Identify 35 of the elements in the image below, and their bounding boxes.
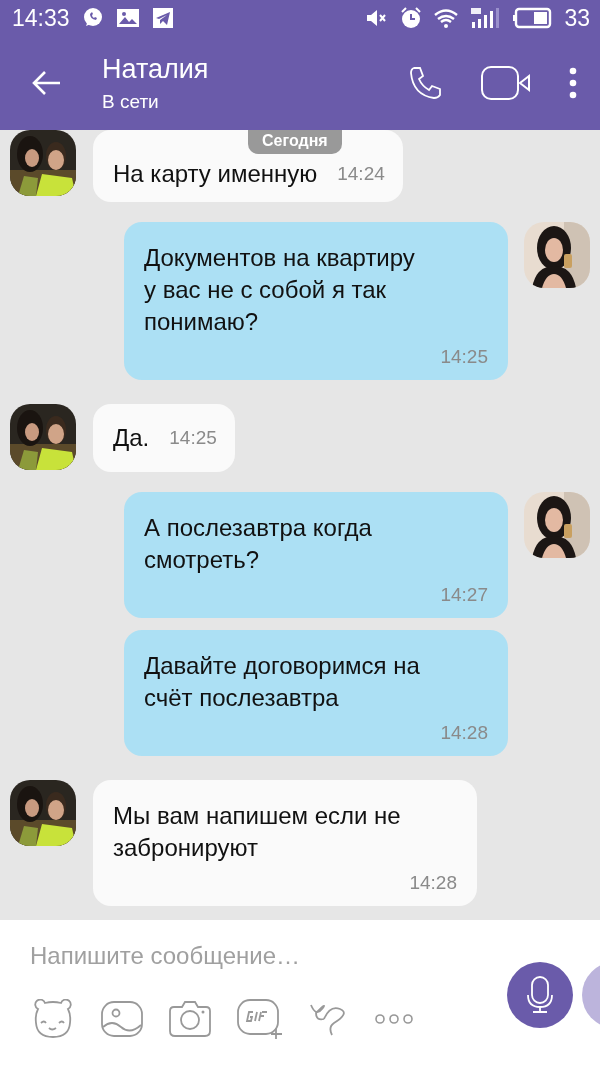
battery-icon <box>512 7 553 29</box>
gallery-icon[interactable] <box>100 999 144 1039</box>
video-camera-icon[interactable] <box>480 65 532 101</box>
message-text: Документов на квартиру у вас не с собой я так понимаю? <box>144 243 416 337</box>
message-text: Да. <box>113 423 150 453</box>
battery-level: 33 <box>564 4 590 32</box>
status-time: 14:33 <box>12 4 70 32</box>
more-menu-icon[interactable] <box>568 67 578 99</box>
back-icon[interactable] <box>32 70 62 96</box>
phone-icon[interactable] <box>408 65 444 101</box>
image-icon <box>115 8 140 28</box>
chat-app-icon <box>81 7 104 29</box>
gif-icon[interactable] <box>236 998 284 1040</box>
message-text: Мы вам напишем если не забронируют <box>113 801 402 863</box>
date-chip: Сегодня <box>248 130 342 154</box>
more-options-icon[interactable] <box>374 1012 414 1026</box>
wifi-icon <box>434 8 459 28</box>
mute-icon <box>366 8 389 28</box>
contact-name: Наталия <box>102 53 210 85</box>
contact-status: В сети <box>102 90 160 113</box>
message-text: А послезавтра когда смотреть? <box>144 513 373 575</box>
message-time: 14:25 <box>169 427 217 449</box>
microphone-icon <box>525 975 555 1015</box>
message-time: 14:28 <box>408 872 457 894</box>
message-input[interactable]: Напишите сообщение… <box>30 938 450 974</box>
message-time: 14:24 <box>337 163 385 185</box>
signal-icon <box>470 7 501 29</box>
camera-icon[interactable] <box>168 999 212 1039</box>
alarm-clock-icon <box>400 7 423 29</box>
paper-plane-icon <box>151 7 174 29</box>
message-time: 14:25 <box>439 346 488 368</box>
message-text: На карту именную <box>113 159 318 189</box>
message-text: Давайте договоримся на счёт послезавтра <box>144 651 421 713</box>
message-time: 14:27 <box>439 584 488 606</box>
message-time: 14:28 <box>439 722 488 744</box>
